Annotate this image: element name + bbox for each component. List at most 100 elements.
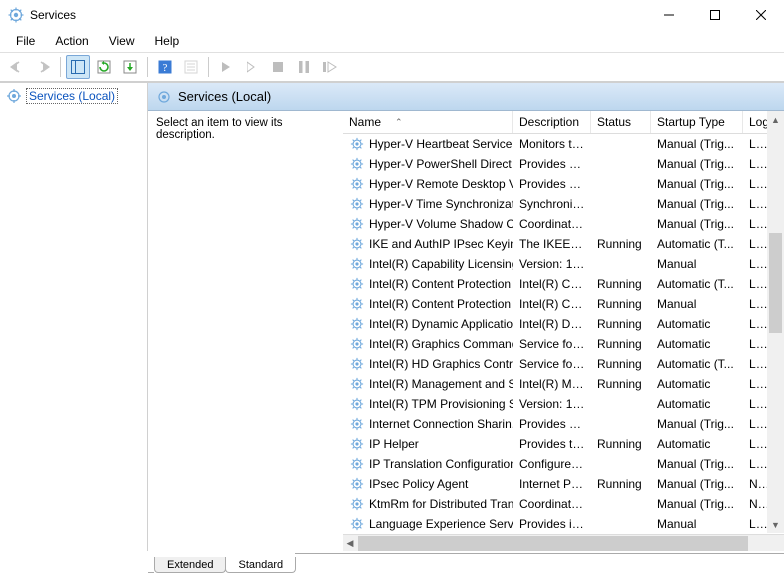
- table-row[interactable]: Intel(R) Content Protection ...Intel(R) …: [343, 274, 784, 294]
- tree-pane[interactable]: Services (Local): [0, 83, 148, 551]
- column-status[interactable]: Status: [591, 111, 651, 133]
- view-tabs: Extended Standard: [0, 551, 784, 573]
- service-startup-type: Automatic (T...: [651, 357, 743, 371]
- scroll-down-icon[interactable]: ▼: [767, 516, 784, 533]
- gear-icon: [156, 89, 172, 105]
- table-row[interactable]: Language Experience ServiceProvides inf.…: [343, 514, 784, 534]
- table-row[interactable]: Intel(R) HD Graphics Contro...Service fo…: [343, 354, 784, 374]
- service-startup-type: Manual: [651, 517, 743, 531]
- service-startup-type: Manual (Trig...: [651, 217, 743, 231]
- service-startup-type: Manual: [651, 297, 743, 311]
- service-name: Hyper-V Remote Desktop Vi...: [369, 177, 513, 191]
- table-row[interactable]: Internet Connection Sharin...Provides ne…: [343, 414, 784, 434]
- properties-button[interactable]: [179, 55, 203, 79]
- service-name: Language Experience Service: [369, 517, 513, 531]
- table-row[interactable]: Intel(R) Management and S...Intel(R) Ma.…: [343, 374, 784, 394]
- gear-icon: [349, 476, 365, 492]
- service-name: Hyper-V Time Synchronizati...: [369, 197, 513, 211]
- help-button[interactable]: ?: [153, 55, 177, 79]
- back-button[interactable]: [5, 55, 29, 79]
- service-name: Hyper-V PowerShell Direct ...: [369, 157, 513, 171]
- table-row[interactable]: Intel(R) Dynamic Applicatio...Intel(R) D…: [343, 314, 784, 334]
- refresh-button[interactable]: [92, 55, 116, 79]
- table-row[interactable]: Hyper-V Heartbeat ServiceMonitors th...M…: [343, 134, 784, 154]
- column-startup-type[interactable]: Startup Type: [651, 111, 743, 133]
- table-row[interactable]: Intel(R) Content Protection ...Intel(R) …: [343, 294, 784, 314]
- horizontal-scrollbar[interactable]: ◀: [343, 534, 784, 551]
- tree-item-services-local[interactable]: Services (Local): [0, 86, 147, 106]
- menu-action[interactable]: Action: [45, 32, 98, 50]
- vertical-scroll-thumb[interactable]: [769, 233, 782, 333]
- vertical-scrollbar[interactable]: ▲ ▼: [767, 111, 784, 533]
- description-prompt: Select an item to view its description.: [156, 117, 283, 141]
- table-row[interactable]: Hyper-V Remote Desktop Vi...Provides a p…: [343, 174, 784, 194]
- pane-body: Select an item to view its description. …: [148, 111, 784, 551]
- service-description: Intel(R) Dyn...: [513, 317, 591, 331]
- list-rows[interactable]: Hyper-V Heartbeat ServiceMonitors th...M…: [343, 134, 784, 534]
- scroll-left-icon[interactable]: ◀: [343, 538, 357, 549]
- stop-service-button[interactable]: [266, 55, 290, 79]
- menu-view[interactable]: View: [99, 32, 145, 50]
- title-bar: Services: [0, 0, 784, 30]
- restart-service-button[interactable]: [318, 55, 342, 79]
- scroll-up-icon[interactable]: ▲: [767, 111, 784, 128]
- service-name: IP Helper: [369, 437, 419, 451]
- table-row[interactable]: Hyper-V Volume Shadow C...Coordinates...…: [343, 214, 784, 234]
- close-button[interactable]: [738, 0, 784, 30]
- service-status: Running: [591, 357, 651, 371]
- service-name: IPsec Policy Agent: [369, 477, 468, 491]
- gear-icon: [349, 136, 365, 152]
- service-startup-type: Automatic: [651, 397, 743, 411]
- gear-icon: [349, 396, 365, 412]
- service-startup-type: Automatic: [651, 317, 743, 331]
- table-row[interactable]: Hyper-V PowerShell Direct ...Provides a …: [343, 154, 784, 174]
- service-startup-type: Manual (Trig...: [651, 157, 743, 171]
- service-status: Running: [591, 317, 651, 331]
- export-list-button[interactable]: [118, 55, 142, 79]
- table-row[interactable]: Intel(R) Capability Licensing...Version:…: [343, 254, 784, 274]
- column-description[interactable]: Description: [513, 111, 591, 133]
- menu-help[interactable]: Help: [145, 32, 190, 50]
- menu-file[interactable]: File: [6, 32, 45, 50]
- minimize-button[interactable]: [646, 0, 692, 30]
- table-row[interactable]: Intel(R) Graphics Command...Service for …: [343, 334, 784, 354]
- tab-extended[interactable]: Extended: [154, 557, 226, 573]
- service-status: Running: [591, 377, 651, 391]
- column-name[interactable]: Name⌃: [343, 111, 513, 133]
- service-name: IP Translation Configuration...: [369, 457, 513, 471]
- app-icon: [8, 7, 24, 23]
- gear-icon: [349, 416, 365, 432]
- service-description: Provides a ...: [513, 157, 591, 171]
- service-description: The IKEEXT ...: [513, 237, 591, 251]
- table-row[interactable]: IP Translation Configuration...Configure…: [343, 454, 784, 474]
- toolbar-separator: [208, 57, 209, 77]
- maximize-button[interactable]: [692, 0, 738, 30]
- start-service-button[interactable]: [214, 55, 238, 79]
- gear-icon: [349, 276, 365, 292]
- service-startup-type: Manual (Trig...: [651, 477, 743, 491]
- table-row[interactable]: IKE and AuthIP IPsec Keying...The IKEEXT…: [343, 234, 784, 254]
- table-row[interactable]: IP HelperProvides tu...RunningAutomaticL…: [343, 434, 784, 454]
- table-row[interactable]: Intel(R) TPM Provisioning S...Version: 1…: [343, 394, 784, 414]
- table-row[interactable]: KtmRm for Distributed Tran...Coordinates…: [343, 494, 784, 514]
- table-row[interactable]: Hyper-V Time Synchronizati...Synchronize…: [343, 194, 784, 214]
- horizontal-scroll-thumb[interactable]: [358, 536, 748, 551]
- table-row[interactable]: IPsec Policy AgentInternet Pro...Running…: [343, 474, 784, 494]
- services-list[interactable]: Name⌃ Description Status Startup Type Lo…: [343, 111, 784, 551]
- gear-icon: [349, 356, 365, 372]
- show-hide-tree-button[interactable]: [66, 55, 90, 79]
- service-name: Hyper-V Heartbeat Service: [369, 137, 512, 151]
- service-name: KtmRm for Distributed Tran...: [369, 497, 513, 511]
- service-startup-type: Manual: [651, 257, 743, 271]
- tab-standard[interactable]: Standard: [225, 557, 296, 573]
- gear-icon: [349, 336, 365, 352]
- service-description: Coordinates...: [513, 497, 591, 511]
- pause-service-button[interactable]: [292, 55, 316, 79]
- service-status: Running: [591, 437, 651, 451]
- service-description: Provides inf...: [513, 517, 591, 531]
- gear-icon: [349, 516, 365, 532]
- service-startup-type: Manual (Trig...: [651, 457, 743, 471]
- start-service-alt-button[interactable]: [240, 55, 264, 79]
- forward-button[interactable]: [31, 55, 55, 79]
- service-startup-type: Manual (Trig...: [651, 177, 743, 191]
